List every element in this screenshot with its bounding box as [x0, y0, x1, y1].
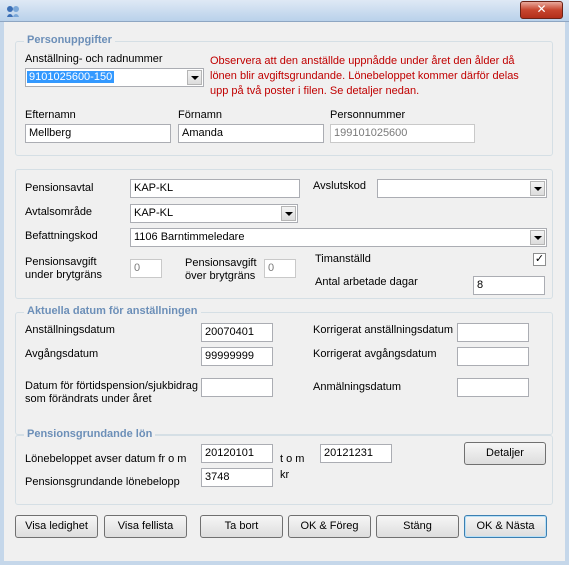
fortid-label-line1: Datum för förtidspension/sjukbidrag [25, 380, 199, 392]
age-warning-text: Observera att den anställde uppnådde und… [210, 55, 519, 97]
ok-foreg-button[interactable]: OK & Föreg [288, 515, 371, 538]
pgl-field[interactable]: 3748 [201, 468, 273, 487]
befattningskod-select[interactable]: 1106 Barntimmeledare [130, 228, 547, 247]
avgift-over-label-line1: Pensionsavgift [185, 257, 257, 269]
efternamn-field[interactable]: Mellberg [25, 124, 171, 143]
personnummer-field: 199101025600 [330, 124, 475, 143]
visa-ledighet-button[interactable]: Visa ledighet [15, 515, 98, 538]
group-datum-legend: Aktuella datum för anställningen [24, 305, 201, 317]
ta-bort-button[interactable]: Ta bort [200, 515, 283, 538]
group-lon-legend: Pensionsgrundande lön [24, 428, 156, 440]
chevron-down-icon[interactable] [187, 70, 202, 85]
group-personuppgifter-legend: Personuppgifter [24, 34, 115, 46]
anstallning-label: Anställning- och radnummer [25, 53, 163, 65]
stang-button[interactable]: Stäng [376, 515, 459, 538]
from-date-field[interactable]: 20120101 [201, 444, 273, 463]
anstallningsdatum-label: Anställningsdatum [25, 324, 115, 336]
avgift-over-field: 0 [264, 259, 296, 278]
avtalsomrade-label: Avtalsområde [25, 206, 93, 218]
timanstalld-label: Timanställd [315, 253, 371, 265]
avgift-under-label-line2: under brytgräns [25, 269, 103, 281]
avgift-over-label-line2: över brytgräns [185, 270, 256, 282]
close-button[interactable]: ✕ [520, 1, 563, 19]
detaljer-button[interactable]: Detaljer [464, 442, 546, 465]
anstallning-select-value: 9101025600-150 [27, 71, 115, 83]
chevron-down-icon[interactable] [281, 206, 296, 221]
chevron-down-icon[interactable] [530, 181, 545, 196]
dialog-body: Personuppgifter Anställning- och radnumm… [0, 22, 569, 565]
timanstalld-checkbox[interactable]: ✓ [533, 253, 546, 266]
avslutskod-select[interactable] [377, 179, 547, 198]
app-icon [7, 6, 19, 17]
title-bar: ✕ [0, 0, 569, 22]
close-icon: ✕ [536, 2, 547, 16]
pgl-label: Pensionsgrundande lönebelopp [25, 476, 180, 488]
avgangsdatum-field[interactable]: 99999999 [201, 347, 273, 366]
efternamn-label: Efternamn [25, 109, 76, 121]
avslutskod-label: Avslutskod [313, 180, 366, 192]
fornamn-label: Förnamn [178, 109, 223, 121]
avgift-over-label: Pensionsavgift över brytgräns [185, 257, 257, 283]
avgift-under-label-line1: Pensionsavgift [25, 256, 97, 268]
befattningskod-label: Befattningskod [25, 230, 98, 242]
personnummer-label: Personnummer [330, 109, 406, 121]
korr-anst-field[interactable] [457, 323, 529, 342]
anmalan-field[interactable] [457, 378, 529, 397]
fortid-label: Datum för förtidspension/sjukbidrag som … [25, 380, 198, 406]
korr-avg-label: Korrigerat avgångsdatum [313, 348, 437, 360]
avtalsomrade-select[interactable]: KAP-KL [130, 204, 298, 223]
avtalsomrade-select-value: KAP-KL [134, 207, 174, 219]
antal-dagar-label: Antal arbetade dagar [315, 276, 418, 288]
avgift-under-field: 0 [130, 259, 162, 278]
anmalan-label: Anmälningsdatum [313, 381, 402, 393]
lonebelopp-label: Lönebeloppet avser datum fr o m [25, 453, 187, 465]
dialog-window: ✕ Personuppgifter Anställning- och radnu… [0, 0, 569, 565]
avgangsdatum-label: Avgångsdatum [25, 348, 99, 360]
fortid-field[interactable] [201, 378, 273, 397]
to-date-field[interactable]: 20121231 [320, 444, 392, 463]
pensionsavtal-field[interactable]: KAP-KL [130, 179, 300, 198]
korr-anst-label: Korrigerat anställningsdatum [313, 324, 454, 336]
tom-label: t o m [280, 453, 305, 465]
ok-nasta-button[interactable]: OK & Nästa [464, 515, 547, 538]
fornamn-field[interactable]: Amanda [178, 124, 324, 143]
korr-avg-field[interactable] [457, 347, 529, 366]
avgift-under-label: Pensionsavgift under brytgräns [25, 256, 102, 282]
fortid-label-line2: som förändrats under året [25, 393, 152, 405]
kr-label: kr [280, 469, 290, 481]
pensionsavtal-label: Pensionsavtal [25, 182, 94, 194]
anstallning-select[interactable]: 9101025600-150 [25, 68, 204, 87]
chevron-down-icon[interactable] [530, 230, 545, 245]
visa-fellista-button[interactable]: Visa fellista [104, 515, 187, 538]
antal-dagar-field[interactable]: 8 [473, 276, 545, 295]
befattningskod-select-value: 1106 Barntimmeledare [134, 231, 245, 243]
anstallningsdatum-field[interactable]: 20070401 [201, 323, 273, 342]
